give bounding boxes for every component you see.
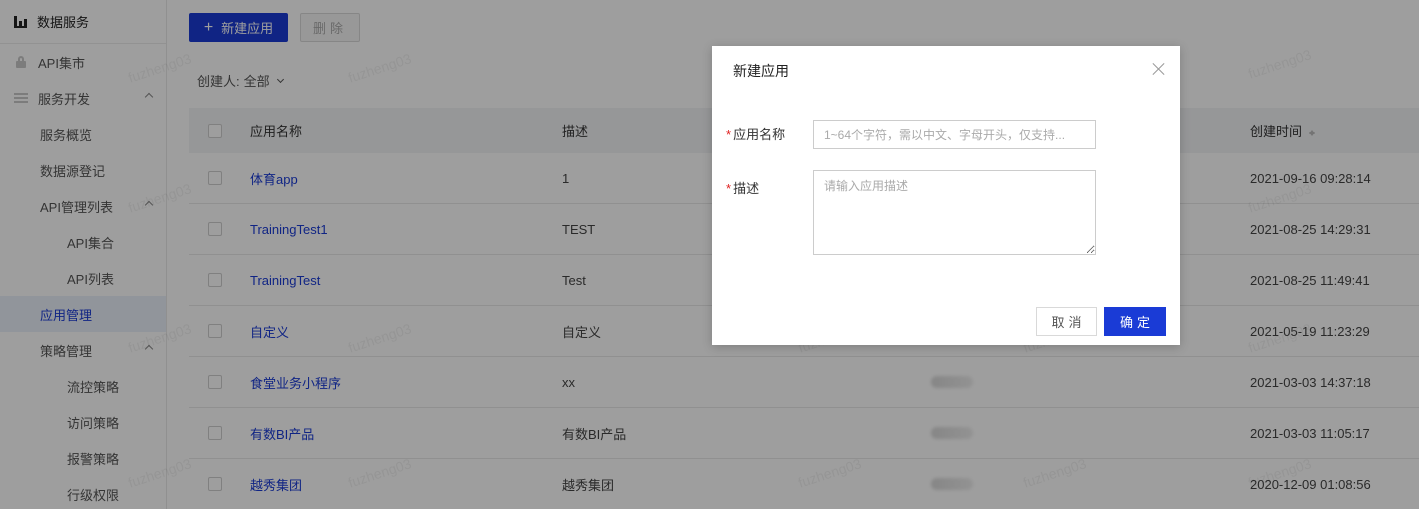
app-name-input[interactable] (813, 120, 1096, 149)
modal-overlay[interactable] (0, 0, 1419, 509)
new-app-modal: 新建应用 *应用名称 *描述 取消 确定 (712, 46, 1180, 345)
app-name-label: * 应用名称 (726, 124, 785, 143)
confirm-button[interactable]: 确定 (1104, 307, 1166, 336)
cancel-button[interactable]: 取消 (1036, 307, 1097, 336)
app-desc-label-text: 描述 (733, 181, 760, 196)
close-icon[interactable] (1152, 62, 1166, 76)
required-mark: * (726, 127, 732, 142)
app-desc-label: * 描述 (726, 178, 759, 197)
modal-title: 新建应用 (733, 63, 789, 79)
required-mark: * (726, 181, 732, 196)
app-name-label-text: 应用名称 (733, 127, 786, 142)
app-desc-textarea[interactable] (813, 170, 1096, 255)
